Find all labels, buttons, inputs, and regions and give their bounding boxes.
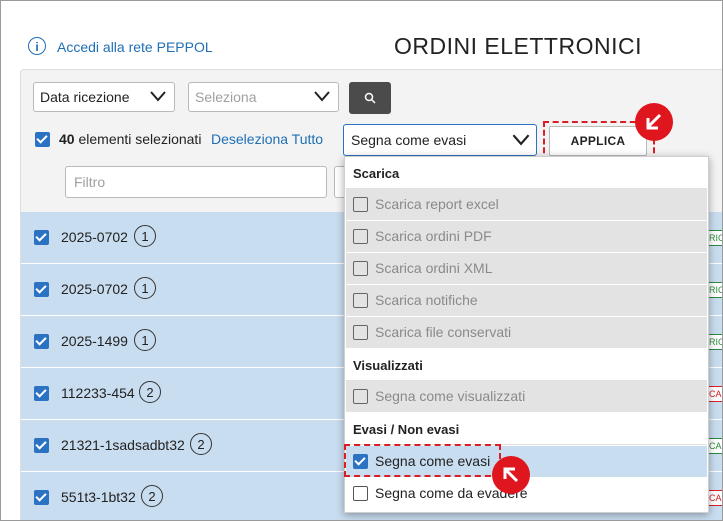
- menu-group-header: Evasi / Non evasi: [353, 422, 460, 437]
- attachment-count: 1: [134, 329, 156, 351]
- order-code: 2025-0702: [61, 281, 128, 297]
- chevron-down-icon: [512, 134, 530, 146]
- deselect-all-link[interactable]: Deseleziona Tutto: [211, 131, 323, 147]
- menu-item-checkbox[interactable]: [353, 325, 368, 340]
- app-window: i Accedi alla rete PEPPOL ORDINI ELETTRO…: [0, 0, 723, 521]
- filter-input[interactable]: Filtro: [65, 166, 327, 198]
- arrow-down-left-icon: [635, 103, 673, 141]
- attachment-count: 1: [134, 225, 156, 247]
- menu-item-checkbox[interactable]: [353, 261, 368, 276]
- row-checkbox[interactable]: [34, 386, 49, 401]
- peppol-link[interactable]: Accedi alla rete PEPPOL: [57, 39, 213, 55]
- menu-item-scarica-file-conservati[interactable]: Scarica file conservati: [346, 317, 707, 348]
- attachment-count: 2: [190, 433, 212, 455]
- secondary-select-placeholder: Seleziona: [195, 89, 257, 105]
- selection-count-text: 40 elementi selezionati: [59, 131, 201, 147]
- menu-item-label: Scarica file conservati: [375, 324, 512, 340]
- row-checkbox[interactable]: [34, 230, 49, 245]
- selection-count: 40: [59, 131, 75, 147]
- date-select[interactable]: Data ricezione: [33, 82, 175, 112]
- page-title: ORDINI ELETTRONICI: [394, 33, 642, 59]
- row-checkbox[interactable]: [34, 438, 49, 453]
- arrow-up-left-icon: [492, 456, 530, 494]
- chevron-down-icon: [150, 91, 166, 102]
- selected-option-highlight: [344, 444, 501, 477]
- date-select-value: Data ricezione: [40, 89, 130, 105]
- menu-item-scarica-report-excel[interactable]: Scarica report excel: [346, 189, 707, 220]
- row-checkbox[interactable]: [34, 490, 49, 505]
- menu-item-segna-visualizzati[interactable]: Segna come visualizzati: [346, 381, 707, 412]
- row-checkbox[interactable]: [34, 282, 49, 297]
- menu-item-checkbox[interactable]: [353, 486, 368, 501]
- menu-item-checkbox[interactable]: [353, 293, 368, 308]
- menu-group-header: Scarica: [353, 166, 400, 181]
- apply-button[interactable]: APPLICA: [549, 126, 647, 156]
- bulk-action-value: Segna come evasi: [351, 132, 467, 148]
- attachment-count: 2: [141, 485, 163, 507]
- menu-item-checkbox[interactable]: [353, 229, 368, 244]
- menu-item-label: Scarica ordini PDF: [375, 228, 492, 244]
- order-code: 2025-1499: [61, 333, 128, 349]
- menu-item-label: Scarica notifiche: [375, 292, 478, 308]
- order-code: 551t3-1bt32: [61, 489, 136, 505]
- secondary-select[interactable]: Seleziona: [188, 82, 339, 112]
- menu-item-checkbox[interactable]: [353, 389, 368, 404]
- attachment-count: 1: [134, 277, 156, 299]
- order-code: 2025-0702: [61, 229, 128, 245]
- row-checkbox[interactable]: [34, 334, 49, 349]
- menu-item-label: Scarica ordini XML: [375, 260, 493, 276]
- menu-item-label: Scarica report excel: [375, 196, 499, 212]
- order-code: 21321-1sadsadbt32: [61, 437, 185, 453]
- selection-count-label: elementi selezionati: [74, 131, 202, 147]
- menu-group-header: Visualizzati: [353, 358, 423, 373]
- menu-item-label: Segna come visualizzati: [375, 388, 526, 404]
- search-icon: [364, 92, 376, 104]
- menu-item-checkbox[interactable]: [353, 197, 368, 212]
- menu-item-scarica-ordini-pdf[interactable]: Scarica ordini PDF: [346, 221, 707, 252]
- info-icon[interactable]: i: [28, 37, 46, 55]
- attachment-count: 2: [139, 381, 161, 403]
- select-all-checkbox[interactable]: [35, 132, 50, 147]
- chevron-down-icon: [314, 91, 330, 102]
- menu-item-scarica-notifiche[interactable]: Scarica notifiche: [346, 285, 707, 316]
- search-button[interactable]: [349, 82, 391, 114]
- order-code: 112233-454: [61, 385, 135, 401]
- menu-item-scarica-ordini-xml[interactable]: Scarica ordini XML: [346, 253, 707, 284]
- bulk-action-select[interactable]: Segna come evasi: [343, 124, 537, 156]
